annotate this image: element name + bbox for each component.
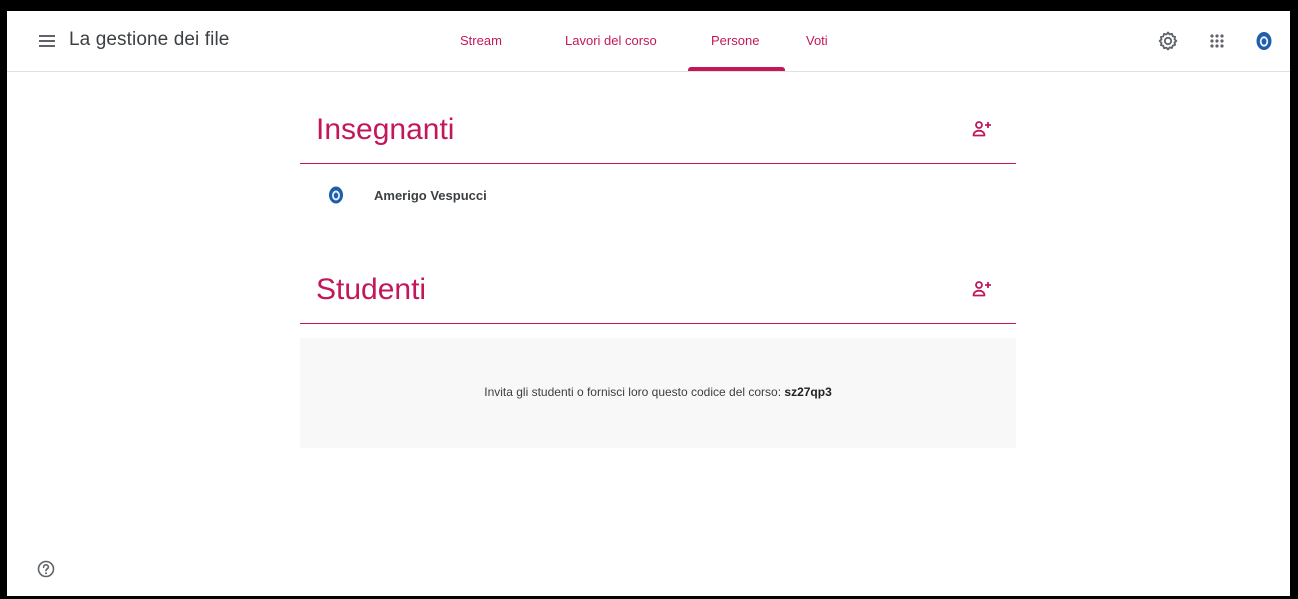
teacher-name: Amerigo Vespucci <box>374 188 487 203</box>
gear-icon[interactable] <box>1156 29 1180 53</box>
account-avatar-icon[interactable] <box>1252 29 1276 53</box>
teachers-title: Insegnanti <box>316 113 455 146</box>
top-app-bar: La gestione dei file Stream Lavori del c… <box>7 11 1290 72</box>
apps-grid-icon[interactable] <box>1205 29 1229 53</box>
students-title: Studenti <box>316 273 427 306</box>
help-icon[interactable] <box>36 559 56 579</box>
app-window: La gestione dei file Stream Lavori del c… <box>7 11 1290 596</box>
tab-stream[interactable]: Stream <box>460 33 502 48</box>
invite-text: Invita gli studenti o fornisci loro ques… <box>484 385 782 399</box>
account-avatar-icon <box>327 185 345 205</box>
tab-voti[interactable]: Voti <box>806 33 828 48</box>
active-tab-indicator <box>688 67 785 71</box>
invite-students-box: Invita gli studenti o fornisci loro ques… <box>300 338 1016 448</box>
students-section-header: Studenti <box>300 259 1016 324</box>
hamburger-menu-icon[interactable] <box>37 30 59 52</box>
person-add-icon[interactable] <box>970 117 994 141</box>
person-add-icon[interactable] <box>970 277 994 301</box>
class-title[interactable]: La gestione dei file <box>69 29 229 51</box>
invite-message: Invita gli studenti o fornisci loro ques… <box>300 385 1016 399</box>
teachers-section-header: Insegnanti <box>300 99 1016 164</box>
tab-lavori-del-corso[interactable]: Lavori del corso <box>565 33 657 48</box>
tab-persone[interactable]: Persone <box>711 33 759 48</box>
course-code: sz27qp3 <box>784 385 832 399</box>
teacher-list-item[interactable]: Amerigo Vespucci <box>300 176 1016 216</box>
